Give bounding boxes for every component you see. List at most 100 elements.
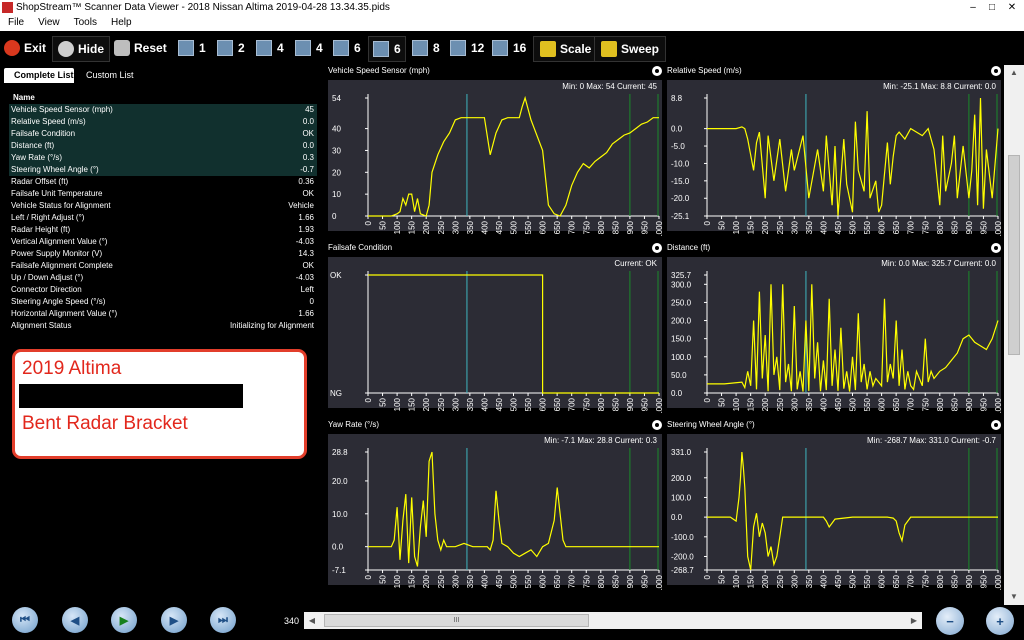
first-frame-button[interactable]: ⏮: [12, 607, 38, 633]
play-button[interactable]: ▶: [111, 607, 137, 633]
callout-diagnosis: Bent Radar Bracket: [22, 413, 188, 434]
menu-tools[interactable]: Tools: [66, 16, 103, 28]
x-tick-label: 650: [553, 397, 562, 411]
x-tick-label: 600: [539, 574, 548, 588]
parameter-row[interactable]: Vehicle Speed Sensor (mph) 45: [9, 104, 317, 116]
x-tick-label: 650: [553, 574, 562, 588]
parameter-value: 0.36: [298, 177, 314, 186]
hide-button[interactable]: Hide: [52, 36, 111, 62]
parameter-row[interactable]: Connector Direction Left: [9, 284, 317, 296]
layout-4b-button[interactable]: 4: [295, 36, 323, 60]
scale-button[interactable]: Scale: [533, 36, 599, 62]
chart-title: Relative Speed (m/s): [667, 66, 742, 75]
tab-custom-list[interactable]: Custom List: [76, 68, 144, 83]
x-tick-label: 250: [437, 397, 446, 411]
zoom-in-button[interactable]: +: [986, 607, 1014, 635]
x-tick-label: 350: [805, 397, 814, 411]
x-tick-label: 700: [907, 220, 916, 234]
scroll-down-icon[interactable]: ▼: [1004, 589, 1024, 605]
parameter-name: Power Supply Monitor (V): [11, 249, 103, 258]
layout-4a-button[interactable]: 4: [256, 36, 284, 60]
exit-label: Exit: [24, 41, 47, 55]
parameter-name: Alignment Status: [11, 321, 72, 330]
parameter-name: Failsafe Unit Temperature: [11, 189, 103, 198]
next-frame-button[interactable]: ▶: [161, 607, 187, 633]
last-frame-button[interactable]: ⏭: [210, 607, 236, 633]
parameter-row[interactable]: Up / Down Adjust (°) -4.03: [9, 272, 317, 284]
close-button[interactable]: ✕: [1005, 1, 1019, 14]
parameter-row[interactable]: Steering Wheel Angle (°) -0.7: [9, 164, 317, 176]
reset-button[interactable]: Reset: [114, 36, 167, 60]
chart-options-icon[interactable]: [991, 420, 1001, 430]
maximize-button[interactable]: □: [985, 1, 999, 14]
annotation-callout: 2019 Altima Bent Radar Bracket: [12, 349, 307, 459]
reset-label: Reset: [134, 41, 167, 55]
layout-2-button[interactable]: 2: [217, 36, 245, 60]
x-tick-label: 50: [718, 574, 727, 583]
y-tick-label: 0.0: [332, 543, 344, 552]
x-tick-label: 650: [892, 574, 901, 588]
scroll-right-icon[interactable]: ▶: [906, 612, 922, 629]
x-tick-label: 300: [451, 397, 460, 411]
x-tick-label: 900: [626, 397, 635, 411]
x-tick-label: 650: [892, 397, 901, 411]
layout-12-button[interactable]: 12: [450, 36, 484, 60]
parameter-row[interactable]: Vertical Alignment Value (°) -4.03: [9, 236, 317, 248]
scroll-up-icon[interactable]: ▲: [1004, 65, 1024, 81]
layout-6b-button[interactable]: 6: [368, 36, 406, 62]
x-tick-label: 450: [834, 220, 843, 234]
chart-options-icon[interactable]: [652, 420, 662, 430]
previous-frame-button[interactable]: ◀: [62, 607, 88, 633]
parameter-row[interactable]: Failsafe Condition OK: [9, 128, 317, 140]
parameter-name: Distance (ft): [11, 141, 55, 150]
chart-options-icon[interactable]: [991, 243, 1001, 253]
x-tick-label: 150: [408, 574, 417, 588]
sweep-button[interactable]: Sweep: [594, 36, 667, 62]
minimize-button[interactable]: –: [966, 1, 980, 14]
chart-options-icon[interactable]: [991, 66, 1001, 76]
x-tick-label: 950: [640, 574, 649, 588]
chart-options-icon[interactable]: [652, 243, 662, 253]
zoom-out-button[interactable]: −: [936, 607, 964, 635]
x-tick-label: 900: [626, 574, 635, 588]
parameter-row[interactable]: Relative Speed (m/s) 0.0: [9, 116, 317, 128]
parameter-value: 45: [305, 105, 314, 114]
x-tick-label: 100: [393, 220, 402, 234]
vertical-scroll-thumb[interactable]: [1008, 155, 1020, 355]
layout-6a-label: 6: [354, 41, 361, 55]
menu-help[interactable]: Help: [103, 16, 138, 28]
layout-8-button[interactable]: 8: [412, 36, 440, 60]
frame-counter: 340: [284, 616, 300, 626]
parameter-row[interactable]: Yaw Rate (°/s) 0.3: [9, 152, 317, 164]
hide-icon: [58, 41, 74, 57]
vertical-scrollbar[interactable]: ▲ ▼: [1004, 65, 1024, 605]
exit-button[interactable]: Exit: [4, 36, 46, 60]
chart-options-icon[interactable]: [652, 66, 662, 76]
x-tick-label: 350: [466, 574, 475, 588]
x-tick-label: 800: [597, 220, 606, 234]
parameter-row[interactable]: Radar Height (ft) 1.93: [9, 224, 317, 236]
parameter-row[interactable]: Radar Offset (ft) 0.36: [9, 176, 317, 188]
parameter-row[interactable]: Left / Right Adjust (°) 1.66: [9, 212, 317, 224]
layout-1-button[interactable]: 1: [178, 36, 206, 60]
parameter-row[interactable]: Failsafe Unit Temperature OK: [9, 188, 317, 200]
timeline-scroll-thumb[interactable]: III: [324, 614, 589, 627]
parameter-row[interactable]: Failsafe Alignment Complete OK: [9, 260, 317, 272]
grid-2-icon: [217, 40, 233, 56]
menu-view[interactable]: View: [30, 16, 66, 28]
x-tick-label: 300: [790, 397, 799, 411]
timeline-scrollbar[interactable]: ◀ III ▶: [304, 612, 922, 629]
parameter-row[interactable]: Alignment Status Initializing for Alignme…: [9, 320, 317, 332]
parameter-row[interactable]: Distance (ft) 0.0: [9, 140, 317, 152]
menu-file[interactable]: File: [0, 16, 30, 28]
parameter-row[interactable]: Vehicle Status for Alignment Vehicle: [9, 200, 317, 212]
parameter-name: Steering Angle Speed (°/s): [11, 297, 106, 306]
layout-16-button[interactable]: 16: [492, 36, 526, 60]
tab-complete-list[interactable]: Complete List: [4, 68, 74, 83]
parameter-row[interactable]: Horizontal Alignment Value (°) 1.66: [9, 308, 317, 320]
scroll-left-icon[interactable]: ◀: [304, 612, 320, 629]
layout-6a-button[interactable]: 6: [333, 36, 361, 60]
parameter-row[interactable]: Power Supply Monitor (V) 14.3: [9, 248, 317, 260]
parameter-row[interactable]: Steering Angle Speed (°/s) 0: [9, 296, 317, 308]
x-tick-label: 950: [979, 397, 988, 411]
